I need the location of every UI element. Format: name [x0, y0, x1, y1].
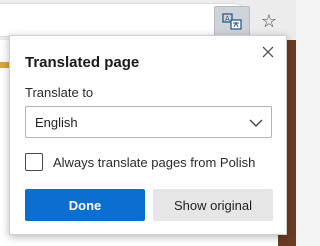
show-original-button[interactable]: Show original — [153, 189, 273, 221]
popup-title: Translated page — [25, 54, 140, 71]
svg-text:A: A — [225, 15, 230, 23]
language-select-value: English — [35, 115, 78, 130]
star-icon: ☆ — [260, 10, 278, 31]
translate-popup: Translated page Translate to English Alw… — [9, 35, 287, 235]
translate-button[interactable]: A — [214, 6, 250, 36]
chevron-down-icon — [249, 119, 263, 127]
translate-icon: A — [222, 13, 242, 30]
language-select[interactable]: English — [25, 106, 272, 138]
always-translate-checkbox[interactable] — [25, 153, 43, 171]
close-button[interactable] — [260, 44, 276, 60]
translate-to-label: Translate to — [25, 85, 94, 100]
always-translate-row: Always translate pages from Polish — [25, 153, 275, 173]
close-icon — [262, 46, 274, 58]
favorites-button[interactable]: ☆ — [254, 6, 284, 36]
done-button[interactable]: Done — [25, 189, 145, 221]
always-translate-label[interactable]: Always translate pages from Polish — [53, 155, 255, 170]
address-bar[interactable] — [0, 3, 250, 37]
browser-toolbar: A ☆ — [0, 0, 296, 40]
